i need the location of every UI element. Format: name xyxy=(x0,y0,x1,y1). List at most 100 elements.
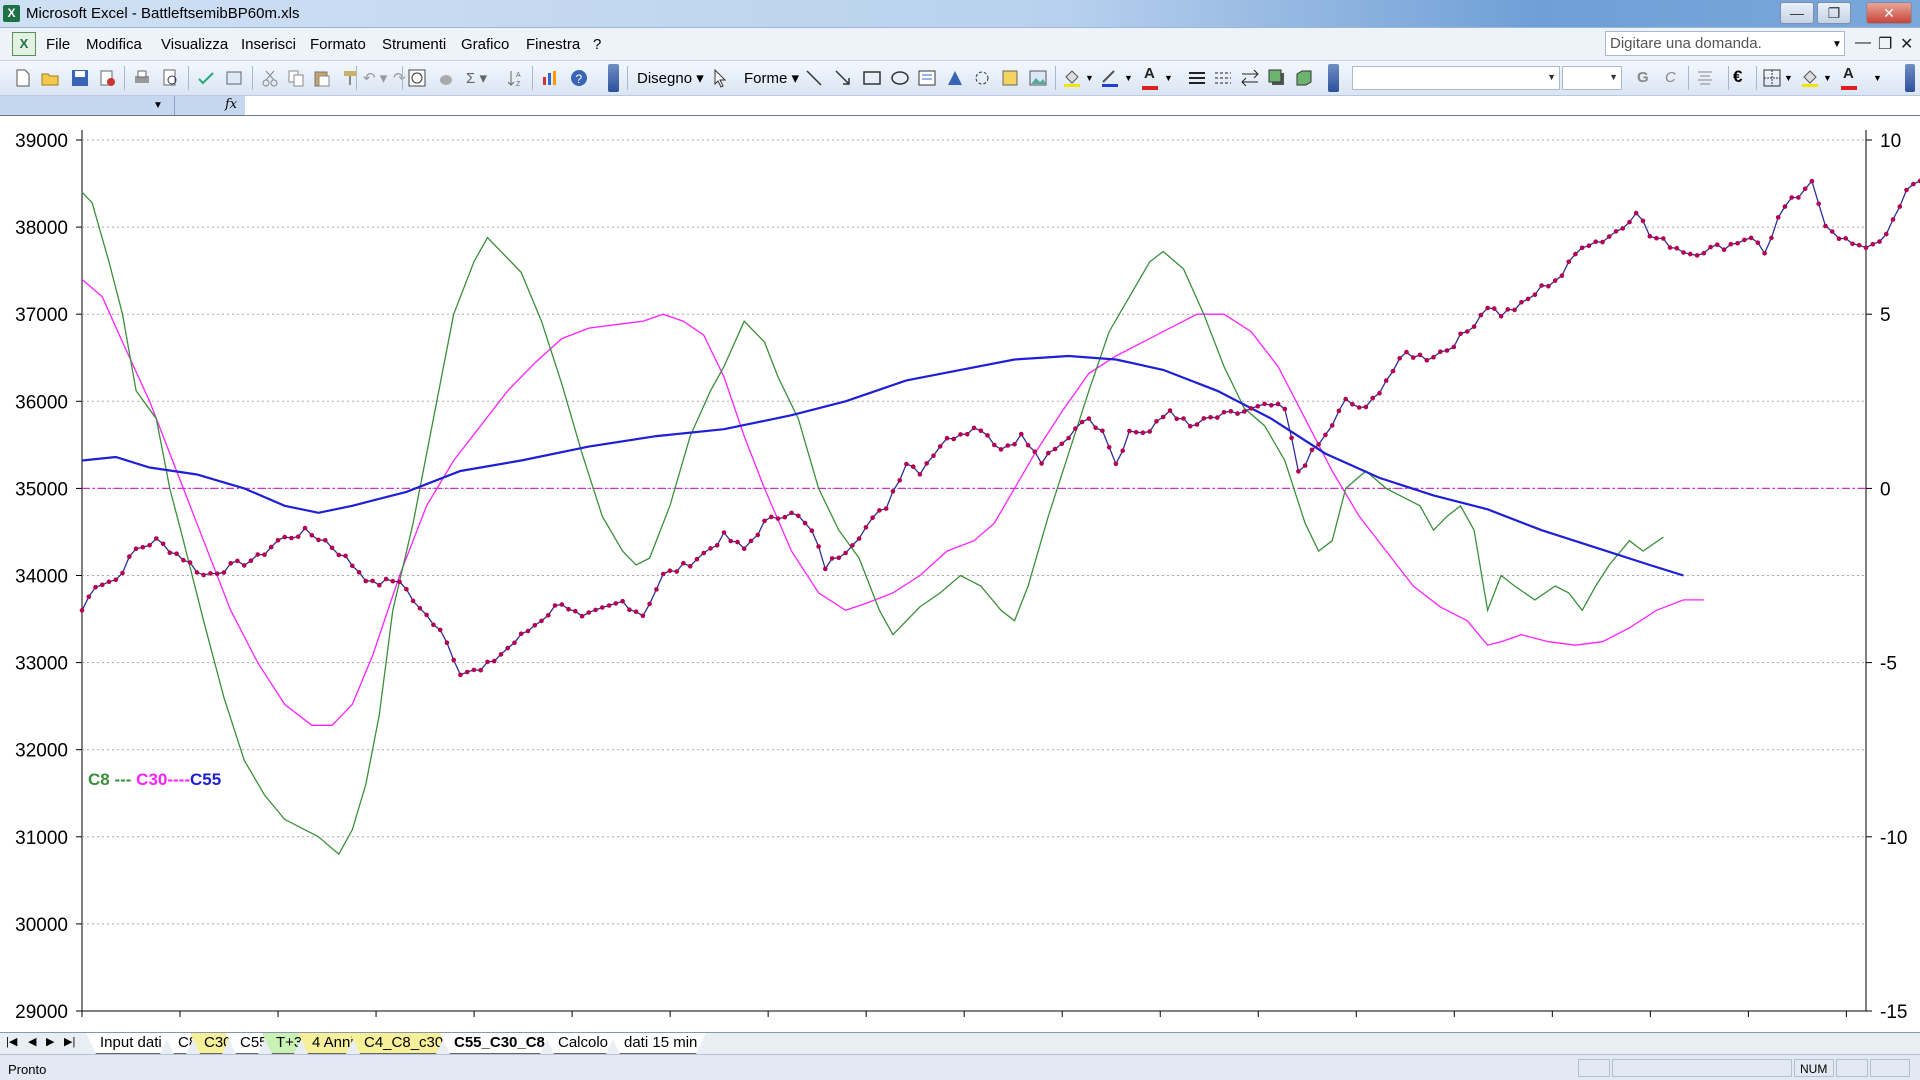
sheet-tab[interactable]: C55_C30_C8 xyxy=(440,1033,550,1054)
first-sheet-icon[interactable]: |◀ xyxy=(6,1035,17,1048)
font-color-dropdown-icon[interactable]: ▼ xyxy=(1164,73,1173,83)
doc-restore-icon[interactable]: ❐ xyxy=(1878,34,1892,54)
open-icon[interactable] xyxy=(40,68,60,88)
font-size-combo[interactable]: ▼ xyxy=(1562,66,1622,90)
font-color2-icon[interactable]: A xyxy=(1843,65,1854,82)
insert-picture-icon[interactable] xyxy=(1028,68,1048,88)
font-name-combo[interactable]: ▼ xyxy=(1352,66,1560,90)
insert-hyperlink-icon[interactable] xyxy=(407,68,427,88)
arrow-icon[interactable] xyxy=(833,68,853,88)
minimize-button[interactable]: — xyxy=(1780,2,1814,24)
select-objects-icon[interactable] xyxy=(710,68,730,88)
sort-ascending-icon[interactable]: AZ xyxy=(505,68,525,88)
ask-question-box[interactable]: Digitare una domanda. xyxy=(1605,31,1845,56)
fill-color-icon[interactable] xyxy=(436,68,456,88)
menu-visualizza[interactable]: Visualizza xyxy=(161,36,228,53)
sheet-tab[interactable]: C8 xyxy=(164,1033,196,1054)
line-color-dropdown-icon[interactable]: ▼ xyxy=(1124,73,1133,83)
fill-bucket-icon[interactable] xyxy=(1062,68,1082,88)
menu-file[interactable]: File xyxy=(46,36,70,53)
doc-close-icon[interactable]: ✕ xyxy=(1900,34,1913,54)
sheet-tab[interactable]: C55 xyxy=(226,1033,268,1054)
menu-strumenti[interactable]: Strumenti xyxy=(382,36,446,53)
price-point xyxy=(728,538,733,544)
menu-finestra[interactable]: Finestra xyxy=(526,36,580,53)
borders-icon[interactable] xyxy=(1762,68,1782,88)
autoshapes-menu-button[interactable]: Forme ▾ xyxy=(744,69,799,87)
fill-color-bucket-icon[interactable] xyxy=(1800,68,1820,88)
chart-sheet[interactable]: 39000 38000 37000 36000 35000 34000 33000 32000… xyxy=(0,117,1920,1040)
help-icon[interactable]: ? xyxy=(569,68,589,88)
permission-icon[interactable] xyxy=(97,68,117,88)
insert-function-icon[interactable]: fx xyxy=(225,97,237,112)
oval-icon[interactable] xyxy=(890,68,910,88)
toolbar-options-icon[interactable] xyxy=(1905,64,1915,92)
menu-inserisci[interactable]: Inserisci xyxy=(241,36,296,53)
workbook-icon[interactable]: X xyxy=(12,32,36,56)
cut-icon[interactable] xyxy=(260,68,280,88)
name-box[interactable] xyxy=(0,96,175,115)
menu-help[interactable]: ? xyxy=(593,36,601,53)
sheet-tab[interactable]: Calcolo xyxy=(544,1033,616,1054)
menu-formato[interactable]: Formato xyxy=(310,36,366,53)
font-name-dropdown-icon[interactable]: ▼ xyxy=(1547,72,1556,82)
format-painter-icon[interactable] xyxy=(340,68,360,88)
line-color-icon[interactable] xyxy=(1100,68,1120,88)
clipart-icon[interactable] xyxy=(1000,68,1020,88)
save-icon[interactable] xyxy=(70,68,90,88)
font-size-dropdown-icon[interactable]: ▼ xyxy=(1609,72,1618,82)
print-preview-icon[interactable] xyxy=(160,68,180,88)
3d-style-icon[interactable] xyxy=(1294,68,1314,88)
wordart-icon[interactable] xyxy=(945,68,965,88)
autosum-icon[interactable]: Σ ▾ xyxy=(466,69,487,87)
line-icon[interactable] xyxy=(804,68,824,88)
sheet-tab[interactable]: C30 xyxy=(190,1033,232,1054)
font-color2-dropdown-icon[interactable]: ▼ xyxy=(1873,73,1882,83)
new-icon[interactable] xyxy=(13,68,33,88)
font-color-icon[interactable]: A xyxy=(1144,65,1155,82)
next-sheet-icon[interactable]: ▶ xyxy=(46,1035,54,1048)
menu-modifica[interactable]: Modifica xyxy=(86,36,142,53)
sheet-tab[interactable]: dati 15 min xyxy=(610,1033,706,1054)
rectangle-icon[interactable] xyxy=(862,68,882,88)
toolbar-options-icon[interactable] xyxy=(608,64,619,92)
name-box-dropdown-icon[interactable]: ▼ xyxy=(153,100,163,111)
shadow-style-icon[interactable] xyxy=(1267,68,1287,88)
doc-minimize-icon[interactable]: — xyxy=(1855,34,1871,52)
borders-dropdown-icon[interactable]: ▼ xyxy=(1784,73,1793,83)
arrow-style-icon[interactable] xyxy=(1240,68,1260,88)
menu-grafico[interactable]: Grafico xyxy=(461,36,509,53)
italic-button[interactable]: C xyxy=(1665,69,1676,86)
textbox-icon[interactable] xyxy=(917,68,937,88)
toolbar-options-icon[interactable] xyxy=(1328,64,1339,92)
spelling-icon[interactable] xyxy=(196,68,216,88)
sheet-tab[interactable]: T+3 xyxy=(262,1033,304,1054)
excel-app-icon[interactable]: X xyxy=(3,5,20,22)
close-button[interactable]: ✕ xyxy=(1866,2,1912,24)
last-sheet-icon[interactable]: ▶| xyxy=(64,1035,75,1048)
price-point xyxy=(1032,449,1038,455)
fill-dropdown-icon[interactable]: ▼ xyxy=(1085,73,1094,83)
line-style-icon[interactable] xyxy=(1187,68,1207,88)
price-point xyxy=(397,579,402,585)
paste-icon[interactable] xyxy=(312,68,332,88)
ask-dropdown-icon[interactable]: ▼ xyxy=(1832,39,1842,50)
sheet-tab[interactable]: 4 Anni xyxy=(298,1033,356,1054)
diagram-icon[interactable] xyxy=(972,68,992,88)
undo-icon[interactable]: ↶ ▾ xyxy=(363,69,387,87)
restore-button[interactable]: ❐ xyxy=(1817,2,1851,24)
chart[interactable]: 39000 38000 37000 36000 35000 34000 33000 32000… xyxy=(0,117,1920,1032)
copy-icon[interactable] xyxy=(286,68,306,88)
fill-color-dropdown-icon[interactable]: ▼ xyxy=(1823,73,1832,83)
sheet-tab[interactable]: C4_C8_c30 xyxy=(350,1033,446,1054)
prev-sheet-icon[interactable]: ◀ xyxy=(28,1035,36,1048)
print-icon[interactable] xyxy=(132,68,152,88)
research-icon[interactable] xyxy=(224,68,244,88)
draw-menu-button[interactable]: Disegno ▾ xyxy=(637,69,704,87)
chart-wizard-icon[interactable] xyxy=(540,68,560,88)
align-center-icon[interactable] xyxy=(1695,68,1715,88)
dash-style-icon[interactable] xyxy=(1213,68,1233,88)
euro-button[interactable]: € xyxy=(1733,67,1742,87)
bold-button[interactable]: G xyxy=(1637,69,1649,86)
sheet-tab[interactable]: Input dati xyxy=(86,1033,170,1054)
